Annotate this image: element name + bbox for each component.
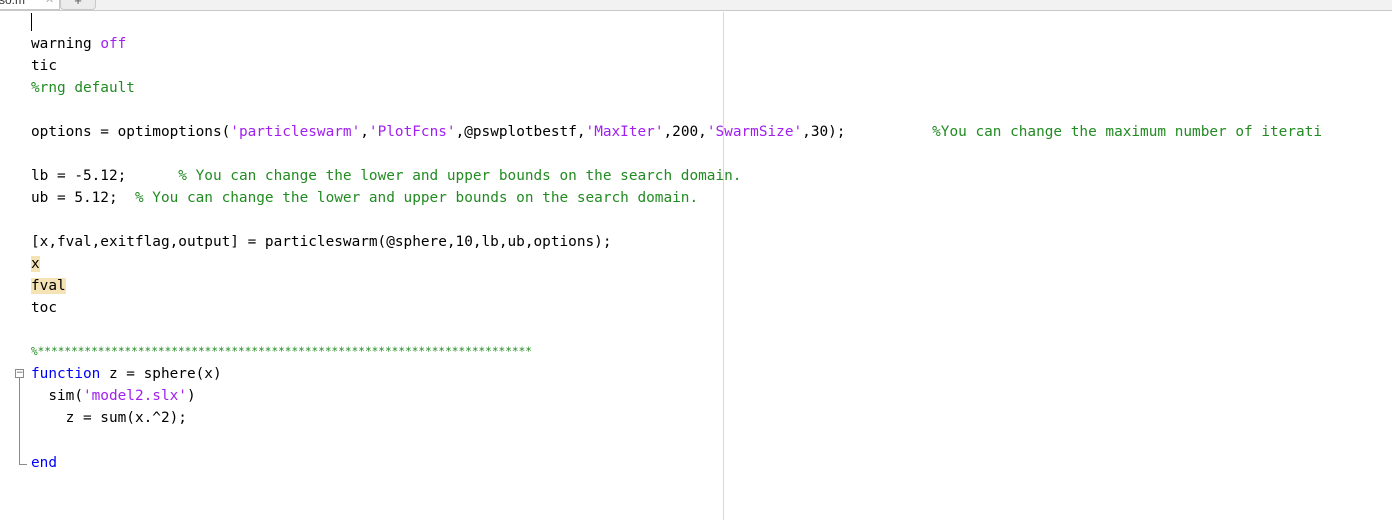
code-line-ub[interactable]: ub = 5.12; % You can change the lower an…	[31, 187, 698, 209]
string-maxiter: 'MaxIter'	[585, 124, 664, 140]
code-line-x[interactable]: x	[31, 253, 40, 275]
string-model-file: 'model2.slx'	[82, 388, 187, 404]
tab-strip: so.m ✕ +	[0, 0, 1392, 11]
token-sim-call: sim(	[31, 388, 83, 404]
code-line-fval[interactable]: fval	[31, 275, 66, 297]
keyword-function: function	[31, 366, 101, 382]
string-swarmsize: 'SwarmSize'	[706, 124, 803, 140]
fold-collapse-icon[interactable]: −	[15, 369, 24, 378]
code-line-toc[interactable]: toc	[31, 297, 57, 319]
code-line-options[interactable]: options = optimoptions('particleswarm','…	[31, 121, 1322, 143]
right-margin-line	[723, 12, 724, 520]
string-plotfcns: 'PlotFcns'	[368, 124, 456, 140]
token-comma: ,	[360, 124, 369, 140]
token-maxiter-value: ,200,	[663, 124, 707, 140]
comment-ub: % You can change the lower and upper bou…	[134, 190, 699, 206]
code-line-rng-comment[interactable]: %rng default	[31, 77, 135, 99]
token-options-assign: options = optimoptions(	[31, 124, 231, 140]
fold-end-marker	[19, 464, 27, 465]
token-ub-assign: ub = 5.12;	[31, 190, 135, 206]
code-line-function[interactable]: function z = sphere(x)	[31, 363, 222, 385]
text-caret	[31, 13, 32, 31]
token-warning: warning	[31, 36, 92, 52]
code-line-warning[interactable]: warning off	[31, 33, 126, 55]
token-function-signature: z = sphere(x)	[100, 366, 222, 382]
code-editor[interactable]: so.m ✕ + warning off tic %rng default op…	[0, 0, 1392, 520]
fold-guide-line	[19, 378, 20, 465]
whitespace-gap	[845, 124, 932, 140]
code-line-tic[interactable]: tic	[31, 55, 57, 77]
code-line-sim[interactable]: sim('model2.slx')	[31, 385, 196, 407]
code-line-lb[interactable]: lb = -5.12; % You can change the lower a…	[31, 165, 741, 187]
code-line-particleswarm-call[interactable]: [x,fval,exitflag,output] = particleswarm…	[31, 231, 611, 253]
token-lb-assign: lb = -5.12;	[31, 168, 179, 184]
tab-file-label: so.m	[0, 0, 26, 7]
tab-file[interactable]: so.m ✕	[0, 0, 60, 10]
code-line-separator-comment[interactable]: %***************************************…	[31, 341, 532, 363]
highlighted-var-fval: fval	[31, 278, 66, 294]
token-off: off	[100, 36, 127, 52]
close-icon[interactable]: ✕	[45, 0, 54, 10]
string-particleswarm: 'particleswarm'	[230, 124, 361, 140]
code-line-sum[interactable]: z = sum(x.^2);	[31, 407, 187, 429]
token-sim-close: )	[186, 388, 196, 404]
highlighted-var-x: x	[31, 256, 40, 272]
comment-lb: % You can change the lower and upper bou…	[178, 168, 742, 184]
token-swarmsize-value: ,30);	[802, 124, 846, 140]
add-tab-button[interactable]: +	[60, 0, 96, 10]
comment-iterations: %You can change the maximum number of it…	[932, 124, 1323, 140]
keyword-end[interactable]: end	[31, 452, 57, 474]
token-plotfcn-handle: ,@pswplotbestf,	[455, 124, 586, 140]
